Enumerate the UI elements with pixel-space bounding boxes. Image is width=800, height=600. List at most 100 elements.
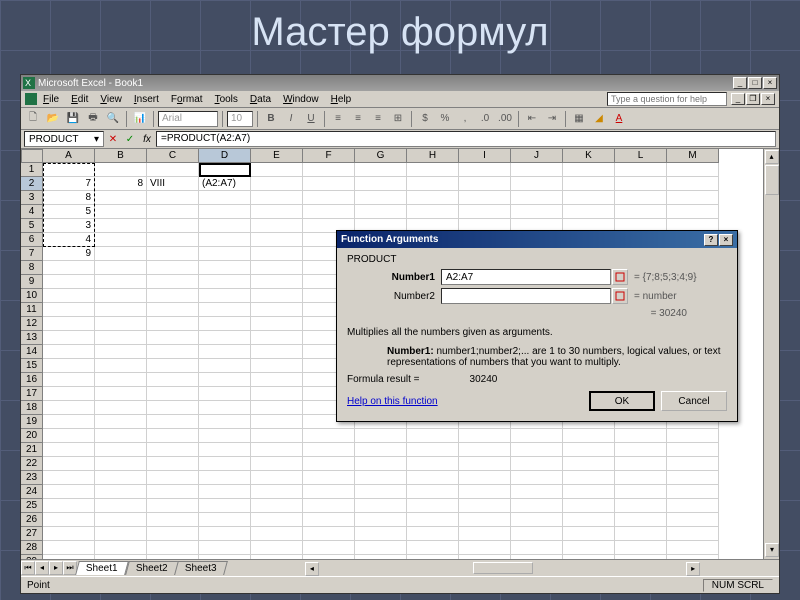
cell-J22[interactable]	[511, 457, 563, 471]
cell-D11[interactable]	[199, 303, 251, 317]
help-link[interactable]: Help on this function	[347, 396, 438, 407]
cell-L26[interactable]	[615, 513, 667, 527]
cell-A28[interactable]	[43, 541, 95, 555]
arg1-refedit-icon[interactable]	[612, 269, 628, 285]
scroll-up-icon[interactable]: ▴	[765, 150, 779, 164]
cell-J28[interactable]	[511, 541, 563, 555]
cell-C4[interactable]	[147, 205, 199, 219]
cell-F2[interactable]	[303, 177, 355, 191]
cell-D10[interactable]	[199, 289, 251, 303]
cell-J4[interactable]	[511, 205, 563, 219]
cell-K23[interactable]	[563, 471, 615, 485]
cell-I24[interactable]	[459, 485, 511, 499]
cell-J24[interactable]	[511, 485, 563, 499]
cell-D14[interactable]	[199, 345, 251, 359]
cell-H20[interactable]	[407, 429, 459, 443]
col-header-L[interactable]: L	[615, 149, 667, 163]
dec-decimal-icon[interactable]: .00	[496, 110, 514, 128]
cell-I21[interactable]	[459, 443, 511, 457]
cell-D7[interactable]	[199, 247, 251, 261]
cell-F4[interactable]	[303, 205, 355, 219]
cell-D29[interactable]	[199, 555, 251, 559]
cell-K22[interactable]	[563, 457, 615, 471]
cell-E20[interactable]	[251, 429, 303, 443]
cell-J21[interactable]	[511, 443, 563, 457]
cell-E10[interactable]	[251, 289, 303, 303]
col-header-H[interactable]: H	[407, 149, 459, 163]
cell-E23[interactable]	[251, 471, 303, 485]
cell-B16[interactable]	[95, 373, 147, 387]
cell-D28[interactable]	[199, 541, 251, 555]
cell-F28[interactable]	[303, 541, 355, 555]
cell-B17[interactable]	[95, 387, 147, 401]
row-header-9[interactable]: 9	[21, 275, 43, 289]
row-header-22[interactable]: 22	[21, 457, 43, 471]
cell-A21[interactable]	[43, 443, 95, 457]
cell-A3[interactable]: 8	[43, 191, 95, 205]
borders-icon[interactable]: ▦	[570, 110, 588, 128]
cell-D16[interactable]	[199, 373, 251, 387]
cell-L3[interactable]	[615, 191, 667, 205]
cell-D8[interactable]	[199, 261, 251, 275]
cell-E17[interactable]	[251, 387, 303, 401]
cell-A10[interactable]	[43, 289, 95, 303]
print-icon[interactable]: 🖶	[84, 110, 102, 128]
cell-B8[interactable]	[95, 261, 147, 275]
cell-K20[interactable]	[563, 429, 615, 443]
row-header-13[interactable]: 13	[21, 331, 43, 345]
cell-H29[interactable]	[407, 555, 459, 559]
cell-B11[interactable]	[95, 303, 147, 317]
cell-C23[interactable]	[147, 471, 199, 485]
dialog-help-icon[interactable]: ?	[704, 234, 718, 246]
col-header-M[interactable]: M	[667, 149, 719, 163]
cell-M27[interactable]	[667, 527, 719, 541]
comma-icon[interactable]: ,	[456, 110, 474, 128]
cell-B24[interactable]	[95, 485, 147, 499]
cell-D27[interactable]	[199, 527, 251, 541]
cell-B21[interactable]	[95, 443, 147, 457]
cell-G26[interactable]	[355, 513, 407, 527]
cell-B13[interactable]	[95, 331, 147, 345]
cell-J25[interactable]	[511, 499, 563, 513]
cell-A6[interactable]: 4	[43, 233, 95, 247]
cell-D25[interactable]	[199, 499, 251, 513]
cell-B10[interactable]	[95, 289, 147, 303]
cell-H25[interactable]	[407, 499, 459, 513]
cell-E26[interactable]	[251, 513, 303, 527]
row-header-24[interactable]: 24	[21, 485, 43, 499]
row-header-4[interactable]: 4	[21, 205, 43, 219]
cell-E13[interactable]	[251, 331, 303, 345]
cell-F24[interactable]	[303, 485, 355, 499]
cell-K1[interactable]	[563, 163, 615, 177]
align-center-icon[interactable]: ≡	[349, 110, 367, 128]
cell-C5[interactable]	[147, 219, 199, 233]
cell-B4[interactable]	[95, 205, 147, 219]
row-header-7[interactable]: 7	[21, 247, 43, 261]
cell-I26[interactable]	[459, 513, 511, 527]
scroll-right-icon[interactable]: ▸	[686, 562, 700, 576]
cell-E24[interactable]	[251, 485, 303, 499]
sheet-tab-2[interactable]: Sheet2	[125, 561, 178, 575]
cell-C2[interactable]: VIII	[147, 177, 199, 191]
cell-C6[interactable]	[147, 233, 199, 247]
cell-C19[interactable]	[147, 415, 199, 429]
cell-K27[interactable]	[563, 527, 615, 541]
cell-I25[interactable]	[459, 499, 511, 513]
chart-icon[interactable]: 📊	[131, 110, 149, 128]
cell-H27[interactable]	[407, 527, 459, 541]
open-icon[interactable]: 📂	[44, 110, 62, 128]
cell-E22[interactable]	[251, 457, 303, 471]
cell-G23[interactable]	[355, 471, 407, 485]
sheet-tab-3[interactable]: Sheet3	[175, 561, 228, 575]
cell-L4[interactable]	[615, 205, 667, 219]
name-box[interactable]: PRODUCT▾	[24, 131, 104, 147]
cell-D6[interactable]	[199, 233, 251, 247]
cell-A26[interactable]	[43, 513, 95, 527]
cell-F23[interactable]	[303, 471, 355, 485]
menu-file[interactable]: FFileile	[37, 93, 65, 106]
cell-L27[interactable]	[615, 527, 667, 541]
new-icon[interactable]: 🗋	[24, 110, 42, 128]
cell-A5[interactable]: 3	[43, 219, 95, 233]
cell-E12[interactable]	[251, 317, 303, 331]
maximize-button[interactable]: □	[748, 77, 762, 89]
